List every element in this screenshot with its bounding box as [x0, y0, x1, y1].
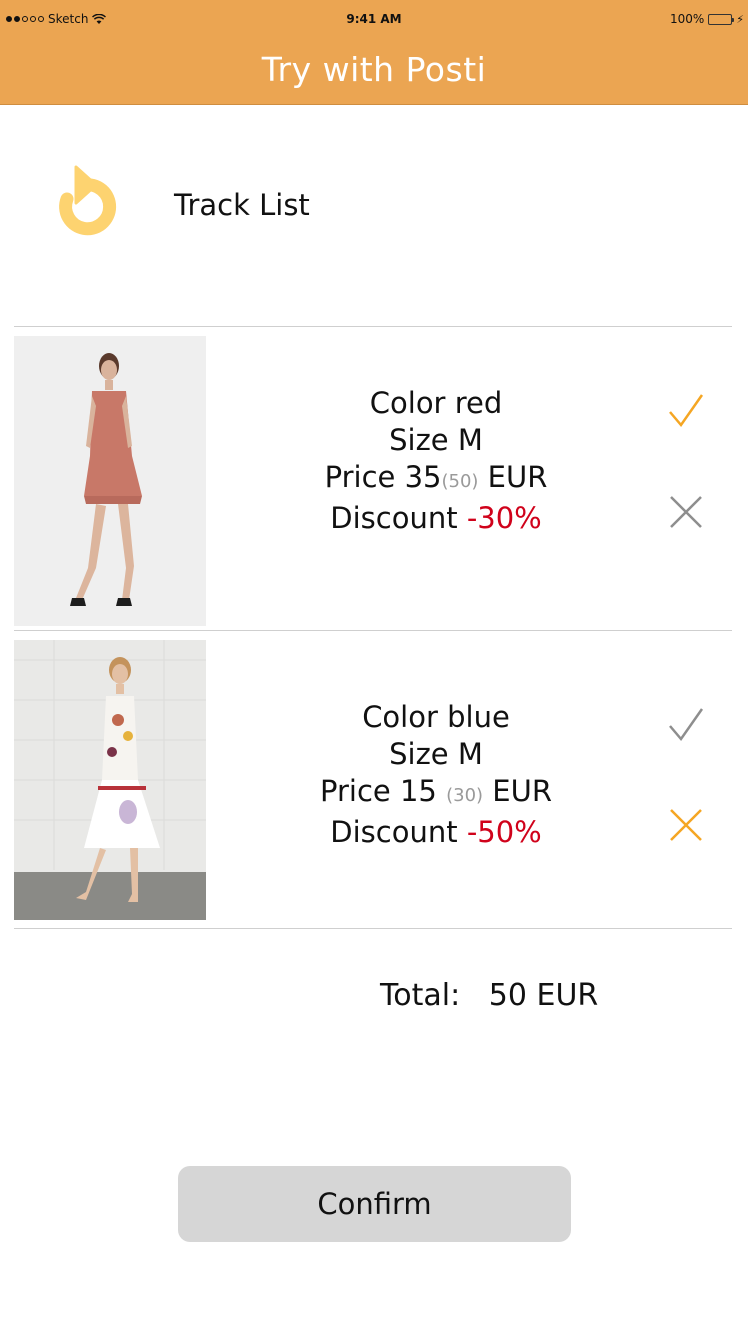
price-original: (50)	[441, 471, 479, 492]
product-size: Size M	[389, 423, 483, 457]
accept-check-icon[interactable]	[666, 391, 706, 431]
product-discount: Discount -30%	[276, 500, 596, 537]
divider	[14, 630, 732, 631]
product-details: Color red Size M Price 35(50) EUR Discou…	[276, 385, 596, 537]
price-original: (30)	[446, 785, 484, 806]
product-details: Color blue Size M Price 15 (30) EUR Disc…	[276, 699, 596, 851]
accept-check-icon[interactable]	[666, 705, 706, 745]
page-title: Track List	[174, 188, 310, 222]
divider	[14, 928, 732, 929]
total-summary: Total: 50 EUR	[380, 978, 598, 1013]
product-size: Size M	[389, 737, 483, 771]
price-current: Price 15	[320, 774, 437, 808]
charging-icon: ⚡	[736, 12, 744, 26]
status-bar: Sketch 9:41 AM 100% ⚡	[0, 0, 748, 40]
product-discount: Discount -50%	[276, 814, 596, 851]
discount-label: Discount	[330, 815, 458, 849]
total-value: 50 EUR	[488, 978, 599, 1013]
nav-title: Try with Posti	[261, 50, 487, 89]
nav-bar: Try with Posti	[0, 40, 748, 105]
price-currency: EUR	[487, 460, 548, 494]
product-price: Price 35(50) EUR	[276, 459, 596, 500]
divider	[14, 326, 732, 327]
battery-percent: 100%	[669, 12, 705, 26]
confirm-button[interactable]: Confirm	[178, 1166, 571, 1242]
total-label: Total:	[380, 978, 461, 1013]
price-current: Price 35	[324, 460, 442, 494]
reject-x-icon[interactable]	[666, 492, 706, 532]
product-color: Color blue	[362, 700, 510, 734]
product-color: Color red	[369, 386, 503, 420]
price-currency: EUR	[492, 774, 552, 808]
product-price: Price 15 (30) EUR	[276, 773, 596, 814]
product-image-white-dress[interactable]	[14, 640, 206, 920]
refresh-icon[interactable]	[46, 162, 124, 244]
reject-x-icon[interactable]	[666, 805, 706, 845]
discount-label: Discount	[330, 501, 458, 535]
product-image-red-dress[interactable]	[14, 336, 206, 626]
discount-value: -30%	[466, 501, 542, 535]
status-time: 9:41 AM	[346, 12, 402, 26]
discount-value: -50%	[466, 815, 542, 849]
battery-icon	[708, 13, 735, 25]
battery-info: 100% ⚡	[670, 12, 744, 26]
